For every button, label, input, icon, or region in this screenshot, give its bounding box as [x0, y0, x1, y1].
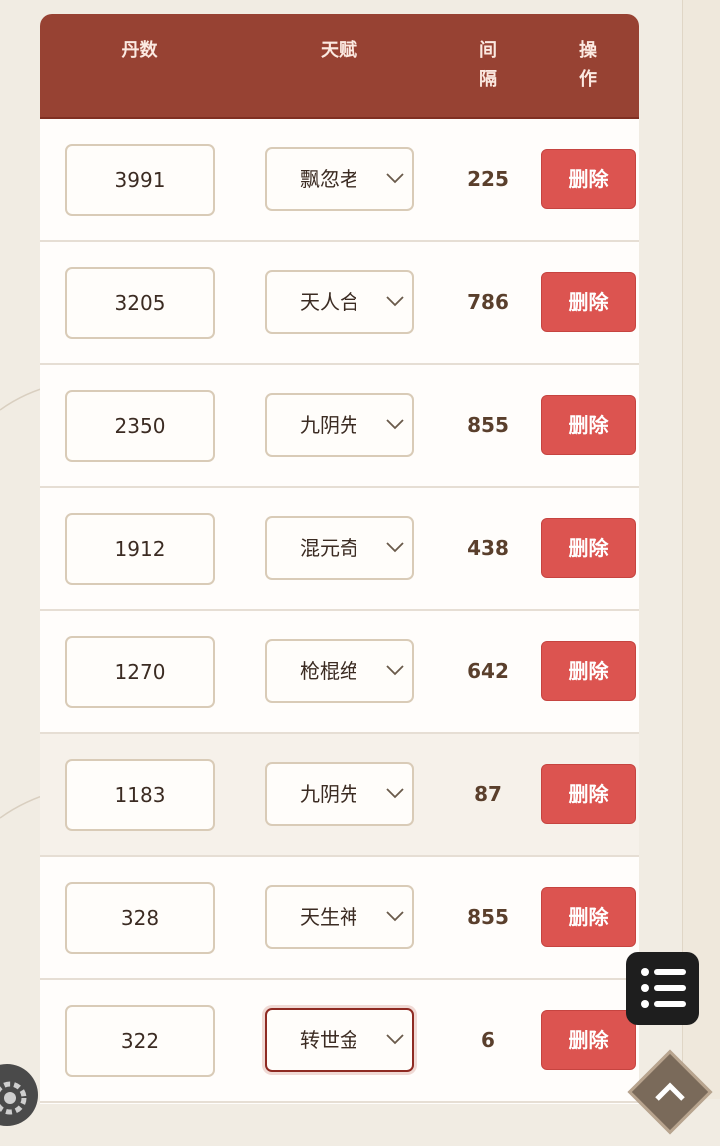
dan-count-input[interactable]: 328 [65, 882, 215, 954]
interval-value: 642 [467, 659, 509, 683]
dan-count-input[interactable]: 1270 [65, 636, 215, 708]
interval-value: 438 [467, 536, 509, 560]
table-row: 2350 九阴先 855 删除 [40, 365, 639, 488]
talent-select[interactable]: 九阴先 [265, 762, 414, 826]
talent-select-value: 飘忽老 [300, 167, 356, 191]
list-menu-icon [641, 968, 686, 1008]
dan-count-input[interactable]: 1183 [65, 759, 215, 831]
dan-count-input[interactable]: 3205 [65, 267, 215, 339]
dan-count-input[interactable]: 2350 [65, 390, 215, 462]
chevron-down-icon [386, 173, 404, 184]
header-talent: 天赋 [321, 40, 357, 61]
table-row: 322 转世金 6 删除 [40, 980, 639, 1103]
talent-select-value: 九阴先 [300, 413, 356, 437]
settings-button[interactable] [0, 1064, 38, 1126]
interval-value: 786 [467, 290, 509, 314]
table-row: 3991 飘忽老 225 删除 [40, 119, 639, 242]
chevron-down-icon [386, 911, 404, 922]
delete-button[interactable]: 删除 [541, 641, 636, 701]
table-row: 328 天生神 855 删除 [40, 857, 639, 980]
chevron-down-icon [386, 788, 404, 799]
table-header: 丹数 天赋 间 隔 操 作 [40, 14, 639, 119]
chevron-down-icon [386, 665, 404, 676]
delete-button[interactable]: 删除 [541, 149, 636, 209]
header-dan-count: 丹数 [121, 40, 158, 61]
chevron-down-icon [386, 1034, 404, 1045]
dan-count-input[interactable]: 1912 [65, 513, 215, 585]
right-edge-panel [682, 0, 720, 1099]
delete-button[interactable]: 删除 [541, 764, 636, 824]
talent-select[interactable]: 混元奇 [265, 516, 414, 580]
interval-value: 6 [481, 1028, 495, 1052]
chevron-down-icon [386, 296, 404, 307]
talent-select-value: 天生神 [300, 905, 356, 929]
menu-button[interactable] [626, 952, 699, 1025]
chevron-up-icon [655, 1082, 685, 1101]
table-row: 1183 九阴先 87 删除 [40, 734, 639, 857]
interval-value: 855 [467, 905, 509, 929]
chevron-down-icon [386, 419, 404, 430]
table-row: 1912 混元奇 438 删除 [40, 488, 639, 611]
header-interval: 间 隔 [479, 40, 497, 90]
talent-select[interactable]: 天生神 [265, 885, 414, 949]
talent-select[interactable]: 转世金 [265, 1008, 414, 1072]
header-action: 操 作 [579, 40, 597, 90]
dan-table: 丹数 天赋 间 隔 操 作 3991 飘忽老 225 删除 3205 天人合 7… [40, 14, 639, 1104]
delete-button[interactable]: 删除 [541, 272, 636, 332]
talent-select-value: 枪棍绝 [300, 659, 356, 683]
delete-button[interactable]: 删除 [541, 887, 636, 947]
dan-count-input[interactable]: 3991 [65, 144, 215, 216]
table-row: 1270 枪棍绝 642 删除 [40, 611, 639, 734]
talent-select-value: 天人合 [300, 290, 356, 314]
interval-value: 855 [467, 413, 509, 437]
talent-select[interactable]: 天人合 [265, 270, 414, 334]
gear-icon [0, 1081, 27, 1115]
chevron-down-icon [386, 542, 404, 553]
interval-value: 225 [467, 167, 509, 191]
interval-value: 87 [474, 782, 502, 806]
talent-select-value: 转世金 [300, 1028, 356, 1052]
delete-button[interactable]: 删除 [541, 1010, 636, 1070]
delete-button[interactable]: 删除 [541, 518, 636, 578]
delete-button[interactable]: 删除 [541, 395, 636, 455]
talent-select[interactable]: 飘忽老 [265, 147, 414, 211]
table-row: 3205 天人合 786 删除 [40, 242, 639, 365]
talent-select-value: 九阴先 [300, 782, 356, 806]
dan-count-input[interactable]: 322 [65, 1005, 215, 1077]
talent-select-value: 混元奇 [300, 536, 356, 560]
talent-select[interactable]: 枪棍绝 [265, 639, 414, 703]
talent-select[interactable]: 九阴先 [265, 393, 414, 457]
